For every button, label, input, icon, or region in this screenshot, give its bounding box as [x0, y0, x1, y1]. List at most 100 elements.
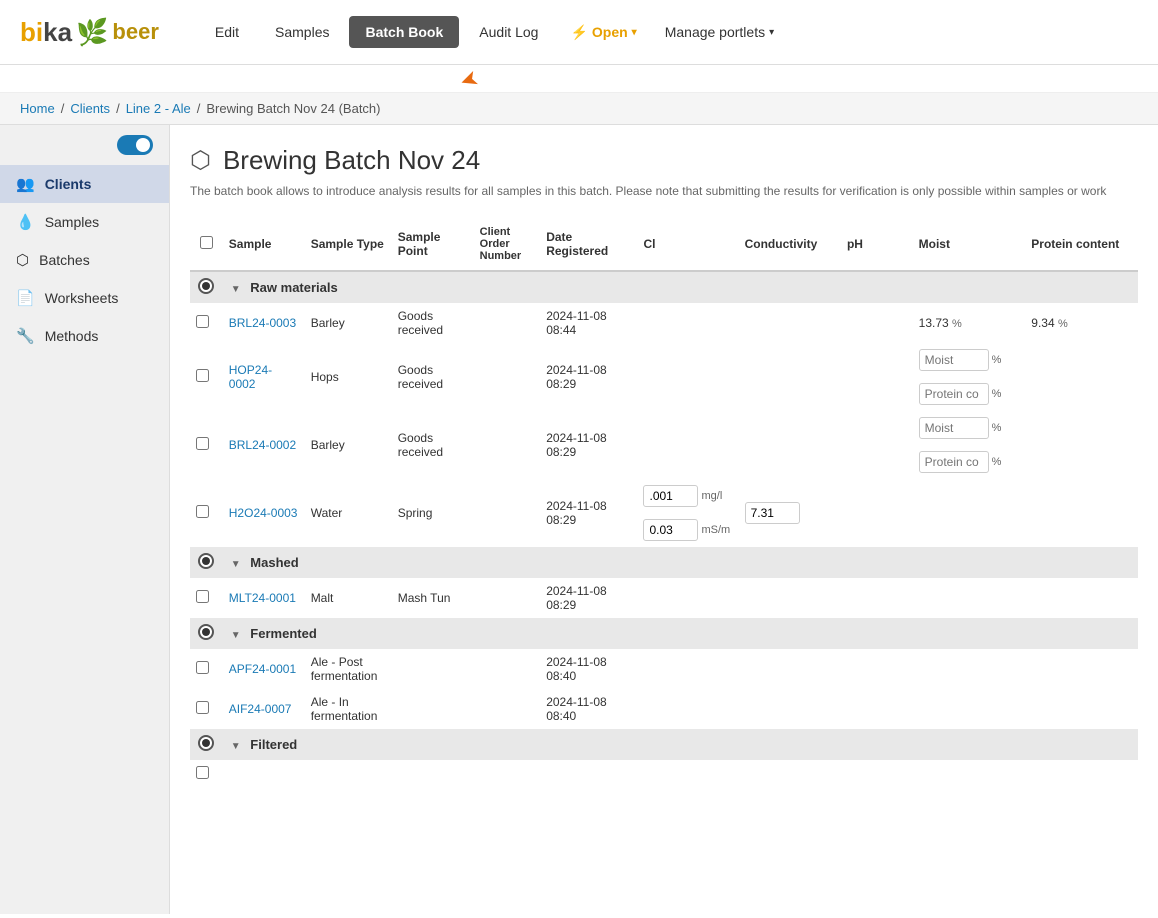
nav-audit-log[interactable]: Audit Log: [463, 16, 554, 48]
moist-cell: [913, 689, 1026, 729]
sample-link[interactable]: AIF24-0007: [229, 702, 292, 716]
row-checkbox[interactable]: [196, 766, 209, 779]
conductivity-input[interactable]: [643, 519, 698, 541]
col-moist: Moist: [913, 218, 1026, 271]
group-filtered-label: Filtered: [250, 737, 297, 752]
moist-unit: %: [992, 354, 1002, 366]
cl-unit: mg/l: [701, 490, 722, 502]
ph-input[interactable]: [745, 502, 800, 524]
breadcrumb-line2[interactable]: Line 2 - Ale: [126, 101, 191, 116]
logo: bika 🌿 beer: [20, 17, 159, 48]
sample-point-cell: Goods received: [392, 411, 474, 479]
sample-point-cell: [392, 649, 474, 689]
methods-icon: 🔧: [16, 327, 35, 345]
nav-edit[interactable]: Edit: [199, 16, 255, 48]
ph-cell: [841, 411, 913, 479]
breadcrumb-clients[interactable]: Clients: [70, 101, 110, 116]
protein-input[interactable]: [919, 451, 989, 473]
group-radio-fermented[interactable]: [198, 624, 214, 640]
dropdown-icon-fermented: ▼: [231, 630, 241, 641]
client-order-cell: [474, 649, 541, 689]
page-title-row: ⬡ Brewing Batch Nov 24: [190, 145, 1138, 176]
protein-cell: [1025, 689, 1138, 729]
row-checkbox[interactable]: [196, 590, 209, 603]
client-order-cell: [474, 689, 541, 729]
sample-link[interactable]: HOP24-0002: [229, 363, 272, 391]
sample-type-cell: Barley: [305, 303, 392, 343]
sidebar-item-worksheets[interactable]: 📄 Worksheets: [0, 279, 169, 317]
chevron-down-icon-2: ▾: [769, 27, 774, 38]
select-all-checkbox[interactable]: [200, 236, 213, 249]
row-checkbox[interactable]: [196, 369, 209, 382]
nav-batch-book[interactable]: Batch Book: [349, 16, 459, 48]
sidebar-batches-label: Batches: [39, 252, 90, 268]
nav-manage-portlets-label: Manage portlets: [665, 24, 765, 40]
col-conductivity: Conductivity: [739, 218, 841, 271]
dropdown-icon-filtered: ▼: [231, 741, 241, 752]
sidebar-toggle-btn[interactable]: [117, 135, 153, 155]
sample-link[interactable]: BRL24-0002: [229, 438, 296, 452]
protein-unit: %: [1058, 318, 1068, 330]
row-checkbox[interactable]: [196, 437, 209, 450]
protein-cell: [1025, 649, 1138, 689]
sidebar-toggle-area: [0, 125, 169, 165]
client-order-cell: [474, 411, 541, 479]
cl-cell: [637, 649, 738, 689]
group-fermented: ▼ Fermented: [190, 618, 1138, 649]
conductivity-input-cell: mS/m: [637, 513, 738, 547]
client-order-cell: [474, 578, 541, 618]
group-raw-materials: ▼ Raw materials: [190, 271, 1138, 303]
moist-input[interactable]: [919, 417, 989, 439]
sample-type-cell: Barley: [305, 411, 392, 479]
sample-link[interactable]: MLT24-0001: [229, 591, 296, 605]
worksheets-icon: 📄: [16, 289, 35, 307]
protein-cell: [1025, 578, 1138, 618]
nav-manage-portlets-dropdown[interactable]: Manage portlets ▾: [653, 16, 786, 48]
sidebar-item-samples[interactable]: 💧 Samples: [0, 203, 169, 241]
date-cell: 2024-11-08 08:29: [540, 479, 637, 547]
date-cell: 2024-11-08 08:29: [540, 343, 637, 411]
conductivity-unit: mS/m: [701, 524, 730, 536]
group-radio-filtered[interactable]: [198, 735, 214, 751]
date-cell: 2024-11-08 08:40: [540, 689, 637, 729]
sidebar-item-batches[interactable]: ⬡ Batches: [0, 241, 169, 279]
batch-table: Sample Sample Type Sample Point Client O…: [190, 218, 1138, 788]
cl-cell: [637, 343, 738, 411]
sample-link[interactable]: APF24-0001: [229, 662, 296, 676]
lightning-icon: ⚡: [570, 24, 587, 41]
nav-open-dropdown[interactable]: ⚡ Open ▾: [558, 16, 648, 49]
sample-point-cell: Goods received: [392, 303, 474, 343]
sample-type-cell: Hops: [305, 343, 392, 411]
group-radio-mashed[interactable]: [198, 553, 214, 569]
moist-input[interactable]: [919, 349, 989, 371]
nav-open-label: Open: [592, 24, 628, 40]
sample-link[interactable]: H2O24-0003: [229, 506, 298, 520]
sample-type-cell: Ale - Post fermentation: [305, 649, 392, 689]
sidebar: 👥 Clients 💧 Samples ⬡ Batches 📄 Workshee…: [0, 125, 170, 914]
group-radio-raw-materials[interactable]: [198, 278, 214, 294]
row-checkbox[interactable]: [196, 505, 209, 518]
table-row: APF24-0001 Ale - Post fermentation 2024-…: [190, 649, 1138, 689]
client-order-cell: [474, 479, 541, 547]
table-row: BRL24-0002 Barley Goods received 2024-11…: [190, 411, 1138, 479]
breadcrumb: Home / Clients / Line 2 - Ale / Brewing …: [0, 93, 1158, 125]
date-cell: 2024-11-08 08:44: [540, 303, 637, 343]
row-checkbox[interactable]: [196, 661, 209, 674]
col-client-order: Client Order Number: [474, 218, 541, 271]
row-checkbox[interactable]: [196, 701, 209, 714]
page-title: Brewing Batch Nov 24: [223, 145, 480, 176]
row-checkbox[interactable]: [196, 315, 209, 328]
moist-value: 13.73: [919, 316, 949, 330]
sidebar-item-clients[interactable]: 👥 Clients: [0, 165, 169, 203]
breadcrumb-home[interactable]: Home: [20, 101, 55, 116]
protein-input-cell: %: [913, 377, 1026, 411]
nav-samples[interactable]: Samples: [259, 16, 345, 48]
sidebar-item-methods[interactable]: 🔧 Methods: [0, 317, 169, 355]
dropdown-icon-mashed: ▼: [231, 559, 241, 570]
cl-input[interactable]: [643, 485, 698, 507]
client-order-cell: [474, 303, 541, 343]
date-cell: 2024-11-08 08:40: [540, 649, 637, 689]
protein-input[interactable]: [919, 383, 989, 405]
sample-link[interactable]: BRL24-0003: [229, 316, 296, 330]
dropdown-icon-raw: ▼: [231, 284, 241, 295]
